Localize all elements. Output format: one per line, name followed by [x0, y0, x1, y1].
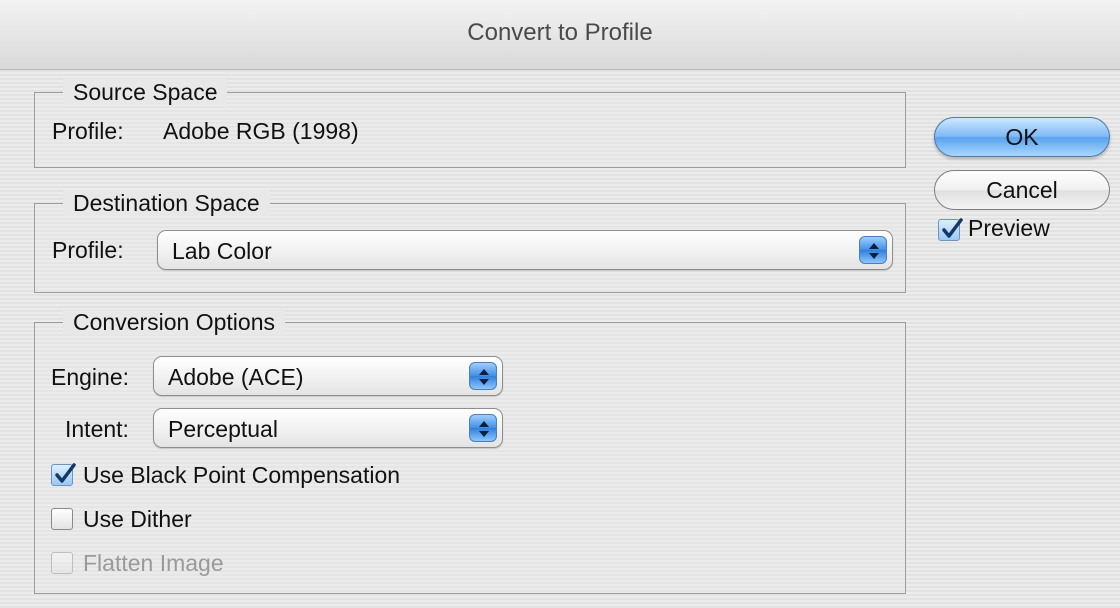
- preview-label[interactable]: Preview: [968, 214, 1050, 242]
- window-title: Convert to Profile: [0, 0, 1120, 70]
- black-point-label[interactable]: Use Black Point Compensation: [83, 461, 400, 489]
- flatten-image-label: Flatten Image: [83, 550, 224, 576]
- dither-label[interactable]: Use Dither: [83, 505, 192, 533]
- destination-profile-label: Profile:: [52, 237, 124, 263]
- flatten-image-checkbox: [51, 552, 73, 574]
- checkmark-icon: [55, 463, 76, 483]
- source-profile-label: Profile:: [52, 118, 124, 144]
- checkmark-icon: [942, 218, 963, 238]
- destination-space-group: Destination Space Profile: Lab Color: [34, 190, 906, 293]
- engine-popup[interactable]: Adobe (ACE): [153, 356, 503, 396]
- engine-value: Adobe (ACE): [168, 364, 304, 390]
- popup-arrows-icon: [469, 414, 497, 442]
- intent-label: Intent:: [65, 416, 129, 442]
- conversion-options-legend: Conversion Options: [63, 309, 285, 335]
- source-space-group: Source Space Profile: Adobe RGB (1998): [34, 79, 906, 168]
- intent-popup[interactable]: Perceptual: [153, 408, 503, 448]
- engine-label: Engine:: [51, 364, 130, 390]
- black-point-checkbox[interactable]: [51, 463, 76, 486]
- destination-profile-popup[interactable]: Lab Color: [157, 230, 893, 270]
- ok-button[interactable]: OK: [934, 117, 1110, 157]
- cancel-button[interactable]: Cancel: [934, 170, 1110, 210]
- popup-arrows-icon: [859, 236, 887, 264]
- popup-arrows-icon: [469, 362, 497, 390]
- dither-checkbox[interactable]: [51, 508, 73, 530]
- intent-value: Perceptual: [168, 416, 278, 442]
- preview-checkbox[interactable]: [938, 218, 963, 241]
- destination-space-legend: Destination Space: [63, 190, 270, 216]
- source-profile-value: Adobe RGB (1998): [163, 118, 359, 144]
- conversion-options-group: Conversion Options Engine: Adobe (ACE) I…: [34, 309, 906, 594]
- source-space-legend: Source Space: [63, 79, 228, 105]
- destination-profile-value: Lab Color: [172, 238, 272, 264]
